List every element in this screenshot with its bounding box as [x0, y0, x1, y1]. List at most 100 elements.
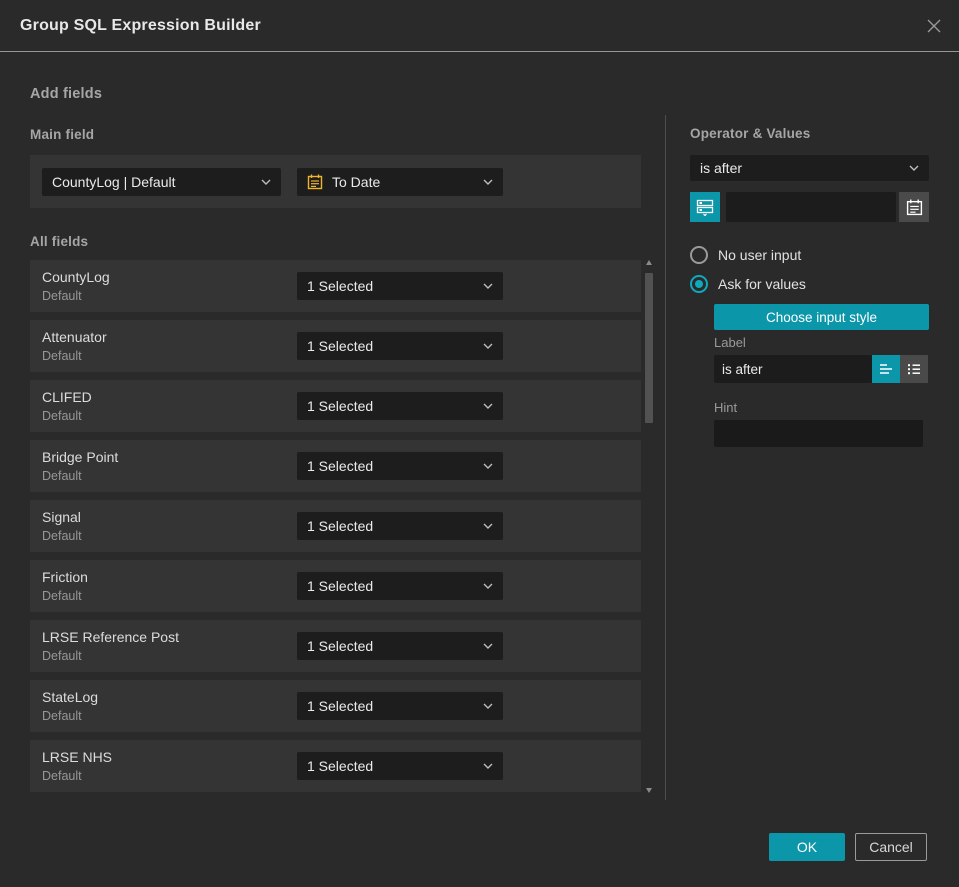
scrollbar-thumb[interactable] [645, 273, 653, 423]
field-selected-value: 1 Selected [307, 338, 374, 354]
main-field-select-value: CountyLog | Default [52, 174, 176, 190]
chevron-down-icon [261, 179, 271, 185]
field-row: Bridge Point Default 1 Selected [30, 440, 641, 492]
chevron-down-icon [483, 403, 493, 409]
radio-no-user-input-label: No user input [718, 247, 802, 263]
field-name: Bridge Point [42, 449, 119, 465]
bulleted-list-icon [908, 364, 920, 375]
field-row: Friction Default 1 Selected [30, 560, 641, 612]
field-selected-dropdown[interactable]: 1 Selected [297, 752, 503, 780]
field-source: Default [42, 589, 82, 603]
chevron-down-icon [483, 703, 493, 709]
field-row: CountyLog Default 1 Selected [30, 260, 641, 312]
field-row: LRSE NHS Default 1 Selected [30, 740, 641, 792]
chevron-down-icon [483, 643, 493, 649]
field-name: LRSE NHS [42, 749, 113, 765]
dialog-header: Group SQL Expression Builder [0, 0, 959, 52]
label-input[interactable] [714, 355, 872, 383]
field-selected-dropdown[interactable]: 1 Selected [297, 392, 503, 420]
field-name: LRSE Reference Post [42, 629, 179, 645]
field-source: Default [42, 409, 82, 423]
field-selected-value: 1 Selected [307, 458, 374, 474]
date-picker-button[interactable] [899, 192, 929, 222]
operator-values-heading: Operator & Values [690, 126, 811, 141]
field-selected-dropdown[interactable]: 1 Selected [297, 452, 503, 480]
close-button[interactable] [923, 15, 945, 37]
field-name: StateLog [42, 689, 99, 705]
list-style-button[interactable] [900, 355, 928, 383]
chevron-down-icon [483, 583, 493, 589]
field-source: Default [42, 349, 82, 363]
close-icon [927, 19, 941, 33]
operator-select[interactable]: is after [690, 155, 929, 181]
main-field-heading: Main field [30, 127, 95, 142]
choose-input-style-button[interactable]: Choose input style [714, 304, 929, 330]
field-selected-value: 1 Selected [307, 578, 374, 594]
scrollbar-up-arrow-icon[interactable] [646, 260, 652, 265]
field-row: Attenuator Default 1 Selected [30, 320, 641, 372]
field-selected-dropdown[interactable]: 1 Selected [297, 692, 503, 720]
label-field-label: Label [714, 335, 746, 350]
chevron-down-icon [909, 165, 919, 171]
field-row: LRSE Reference Post Default 1 Selected [30, 620, 641, 672]
calendar-icon [906, 199, 922, 215]
dialog-title: Group SQL Expression Builder [20, 17, 261, 34]
date-type-select-value: To Date [332, 174, 381, 190]
field-row: StateLog Default 1 Selected [30, 680, 641, 732]
operator-select-value: is after [700, 160, 743, 176]
field-name: CountyLog [42, 269, 110, 285]
field-selected-value: 1 Selected [307, 638, 374, 654]
scrollbar-down-arrow-icon[interactable] [646, 788, 652, 793]
field-source: Default [42, 469, 82, 483]
value-list-icon [696, 199, 714, 216]
field-source: Default [42, 529, 82, 543]
date-type-select[interactable]: To Date [297, 168, 503, 196]
field-selected-dropdown[interactable]: 1 Selected [297, 572, 503, 600]
field-selected-dropdown[interactable]: 1 Selected [297, 272, 503, 300]
all-fields-heading: All fields [30, 234, 89, 249]
ok-button[interactable]: OK [769, 833, 845, 861]
add-fields-heading: Add fields [30, 86, 103, 102]
radio-ask-for-values[interactable]: Ask for values [690, 275, 806, 293]
main-field-select[interactable]: CountyLog | Default [42, 168, 281, 196]
field-selected-dropdown[interactable]: 1 Selected [297, 332, 503, 360]
cancel-button[interactable]: Cancel [855, 833, 927, 861]
field-row: CLIFED Default 1 Selected [30, 380, 641, 432]
field-source: Default [42, 289, 82, 303]
main-field-panel: CountyLog | Default To Date [30, 155, 641, 208]
field-selected-value: 1 Selected [307, 518, 374, 534]
field-selected-dropdown[interactable]: 1 Selected [297, 512, 503, 540]
radio-no-user-input[interactable]: No user input [690, 246, 801, 264]
group-sql-expression-builder-dialog: Group SQL Expression Builder Add fields … [0, 0, 959, 887]
field-selected-value: 1 Selected [307, 398, 374, 414]
hint-input[interactable] [714, 420, 923, 447]
align-left-icon [880, 364, 892, 374]
field-source: Default [42, 769, 82, 783]
field-selected-value: 1 Selected [307, 698, 374, 714]
value-source-button[interactable] [690, 192, 720, 222]
field-name: CLIFED [42, 389, 92, 405]
chevron-down-icon [483, 463, 493, 469]
field-source: Default [42, 709, 82, 723]
list-scrollbar[interactable] [644, 258, 655, 795]
calendar-icon [307, 174, 323, 190]
chevron-down-icon [483, 763, 493, 769]
chevron-down-icon [483, 523, 493, 529]
field-row: Signal Default 1 Selected [30, 500, 641, 552]
radio-ask-for-values-label: Ask for values [718, 276, 806, 292]
chevron-down-icon [483, 343, 493, 349]
radio-unselected-icon [690, 246, 708, 264]
field-name: Attenuator [42, 329, 107, 345]
hint-field-label: Hint [714, 400, 738, 415]
field-name: Friction [42, 569, 88, 585]
field-selected-dropdown[interactable]: 1 Selected [297, 632, 503, 660]
value-input[interactable] [726, 192, 896, 222]
panel-divider [665, 115, 666, 800]
chevron-down-icon [483, 283, 493, 289]
radio-selected-icon [690, 275, 708, 293]
field-selected-value: 1 Selected [307, 278, 374, 294]
field-name: Signal [42, 509, 81, 525]
align-left-style-button[interactable] [872, 355, 900, 383]
field-source: Default [42, 649, 82, 663]
field-selected-value: 1 Selected [307, 758, 374, 774]
